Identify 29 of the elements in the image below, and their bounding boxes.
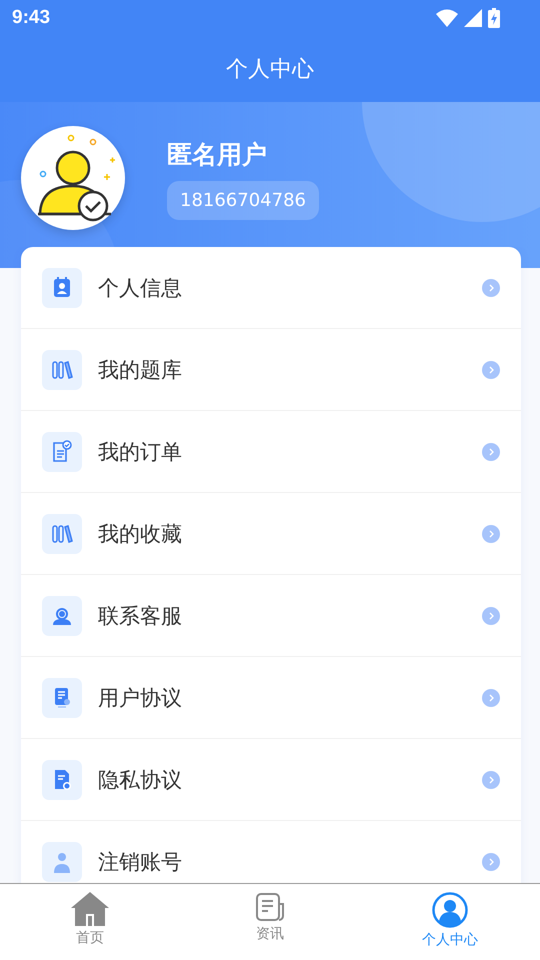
menu-item[interactable]: 我的订单: [21, 411, 521, 493]
signal-icon: [464, 9, 482, 27]
battery-icon: [488, 8, 500, 28]
profile-icon: [432, 892, 468, 928]
chevron-icon: [482, 688, 500, 706]
user-name: 匿名用户: [167, 139, 267, 171]
chevron-icon: [482, 360, 500, 378]
chevron-icon: [482, 770, 500, 788]
tab[interactable]: 首页: [0, 884, 180, 960]
menu-item[interactable]: 联系客服: [21, 575, 521, 657]
home-icon: [71, 892, 109, 926]
chevron-icon: [482, 524, 500, 542]
menu-item[interactable]: 用户协议: [21, 657, 521, 739]
avatar-icon: [21, 126, 125, 230]
tab[interactable]: 资讯: [180, 884, 360, 960]
menu-item[interactable]: 隐私协议: [21, 739, 521, 821]
page-title: 个人中心: [226, 56, 314, 84]
menu-item[interactable]: 我的题库: [21, 329, 521, 411]
tab[interactable]: 个人中心: [360, 884, 540, 960]
chevron-icon: [482, 606, 500, 624]
menu-item[interactable]: 个人信息: [21, 247, 521, 329]
chevron-icon: [482, 278, 500, 296]
status-time: 9:43: [12, 7, 50, 29]
phone-number: 18166704786: [167, 181, 319, 220]
chevron-icon: [482, 852, 500, 870]
menu-item[interactable]: 我的收藏: [21, 493, 521, 575]
wifi-icon: [436, 9, 458, 27]
newspaper-icon: [255, 892, 285, 922]
chevron-icon: [482, 442, 500, 460]
